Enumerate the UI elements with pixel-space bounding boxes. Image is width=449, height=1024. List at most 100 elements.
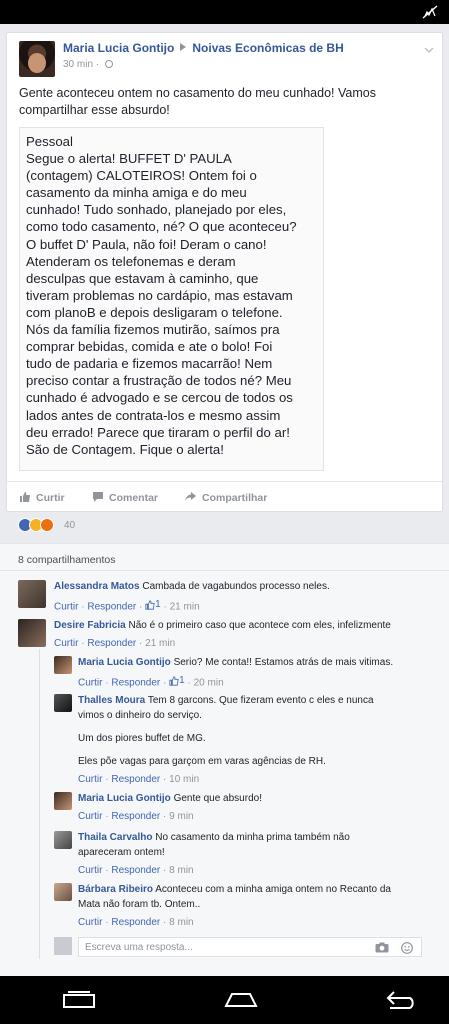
- image-text-line: cunhado é advogado e se cercou de todos …: [26, 390, 293, 406]
- comment-text: Não é o primeiro caso que acontece com e…: [128, 620, 391, 631]
- image-text-line: casamento da minha amiga e do meu: [26, 185, 247, 201]
- image-text-line: lados antes de contrata-los e mesmo assi…: [26, 407, 281, 423]
- commenter-name[interactable]: Bárbara Ribeiro: [78, 884, 153, 895]
- comment-time: 8 min: [169, 865, 194, 876]
- share-label: Compartilhar: [202, 492, 268, 504]
- comment-text: Cambada de vagabundos processo neles.: [142, 581, 330, 592]
- chevron-down-icon[interactable]: [424, 45, 434, 55]
- commenter-avatar[interactable]: [54, 792, 72, 810]
- recent-apps-icon[interactable]: [62, 990, 96, 1010]
- image-text-line: como todo casamento, né? O que aconteceu…: [26, 219, 297, 235]
- commenter-name[interactable]: Maria Lucia Gontijo: [78, 657, 171, 668]
- comment-like-count: 1: [155, 599, 161, 610]
- angry-reaction-icon: [40, 518, 54, 532]
- image-text-line: cunhado! Tudo sonhado, planejado por ele…: [26, 202, 287, 218]
- author-avatar[interactable]: [19, 41, 55, 77]
- post-time[interactable]: 30 min: [63, 59, 93, 70]
- emoji-icon[interactable]: [401, 942, 413, 954]
- comment-reply-button[interactable]: Responder: [111, 678, 160, 689]
- comment-text: Serio? Me conta!! Estamos atrás de mais …: [173, 657, 394, 668]
- comment-text: Eles põe vagas para garçom em varas agên…: [78, 756, 326, 767]
- reply-composer: Escreva uma resposta...: [54, 937, 430, 959]
- image-text-line: Atenderam os telefonemas e deram: [26, 253, 236, 269]
- commenter-name[interactable]: Thalles Moura: [78, 695, 145, 706]
- image-text-line: comprar bebidas, comida e ate o bolo! Fo…: [26, 339, 273, 355]
- author-name[interactable]: Maria Lucia Gontijo: [63, 41, 174, 55]
- image-text-line: com planoB e depois desligaram o telefon…: [26, 304, 283, 320]
- home-icon[interactable]: [222, 990, 260, 1010]
- commenter-avatar[interactable]: [54, 656, 72, 674]
- commenter-avatar[interactable]: [54, 831, 72, 849]
- commenter-avatar[interactable]: [54, 694, 72, 712]
- comment-label: Comentar: [109, 492, 159, 504]
- back-icon[interactable]: [384, 990, 420, 1010]
- status-bar: [0, 0, 449, 24]
- image-text-line: tudo de padaria e fizemos macarrão! Nem: [26, 356, 273, 372]
- comment-like-button[interactable]: Curtir: [78, 865, 102, 876]
- thumbs-up-icon: [169, 675, 179, 686]
- commenter-avatar[interactable]: [18, 619, 46, 647]
- comment-time: 21 min: [145, 638, 176, 649]
- comment-reply-button[interactable]: Responder: [111, 865, 160, 876]
- comment-like-button[interactable]: Curtir: [78, 678, 102, 689]
- image-text-line: preciso contar a frustração de todos né?…: [26, 373, 292, 389]
- image-text-line: São de Contagem. Fique o alerta!: [26, 441, 224, 457]
- image-text-line: deu errado! Parece que tiraram o perfil …: [26, 424, 290, 440]
- comment-time: 9 min: [169, 811, 194, 822]
- comments-section: Alessandra Matos Cambada de vagabundos p…: [0, 571, 449, 976]
- thumbs-up-icon: [20, 492, 30, 502]
- image-text-line: O buffet D' Paula, não foi! Deram o cano…: [26, 236, 267, 252]
- comment-like-button[interactable]: Curtir: [54, 602, 78, 613]
- my-avatar: [54, 937, 72, 955]
- comment-button[interactable]: Comentar: [92, 491, 158, 504]
- camera-icon[interactable]: [375, 942, 389, 953]
- thread-line: [39, 649, 40, 959]
- image-text-line: tiveram problemas no cardápio, mas estav…: [26, 287, 293, 303]
- like-button[interactable]: Curtir: [19, 491, 65, 504]
- arrow-right-icon: [180, 43, 187, 51]
- globe-icon: [104, 60, 113, 68]
- comment-like-button[interactable]: Curtir: [78, 774, 102, 785]
- comment-like-button[interactable]: Curtir: [78, 917, 102, 928]
- commenter-name[interactable]: Desire Fabricia: [54, 620, 126, 631]
- comment-reply-button[interactable]: Responder: [111, 811, 160, 822]
- comment-reply-button[interactable]: Responder: [111, 917, 160, 928]
- share-button[interactable]: Compartilhar: [184, 491, 267, 504]
- comment-like-button[interactable]: Curtir: [54, 638, 78, 649]
- reply-input[interactable]: Escreva uma resposta...: [78, 937, 422, 957]
- comment-reply-button[interactable]: Responder: [87, 602, 136, 613]
- android-nav-bar: [0, 976, 449, 1024]
- comment-time: 10 min: [169, 774, 200, 785]
- comment-time: 8 min: [169, 917, 194, 928]
- post-image[interactable]: Pessoal Segue o alerta! BUFFET D' PAULA …: [19, 127, 324, 471]
- commenter-name[interactable]: Thaila Carvalho: [78, 832, 152, 843]
- comment-reply-button[interactable]: Responder: [87, 638, 136, 649]
- comment-like-button[interactable]: Curtir: [78, 811, 102, 822]
- commenter-avatar[interactable]: [18, 580, 46, 608]
- commenter-name[interactable]: Maria Lucia Gontijo: [78, 793, 171, 804]
- comment-time: 21 min: [169, 601, 200, 613]
- image-text-line: (contagem) CALOTEIROS! Ontem foi o: [26, 168, 257, 184]
- comment-reply-button[interactable]: Responder: [111, 774, 160, 785]
- commenter-name[interactable]: Alessandra Matos: [54, 581, 140, 592]
- comment-like-count: 1: [179, 675, 185, 686]
- comment-likes[interactable]: 1: [169, 673, 185, 688]
- shares-bar[interactable]: 8 compartilhamentos: [0, 543, 449, 571]
- image-text-line: Segue o alerta! BUFFET D' PAULA: [26, 151, 232, 167]
- image-text-line: Pessoal: [26, 134, 73, 149]
- image-text-line: Nós da família fizemos mutirão, saímos p…: [26, 322, 280, 338]
- post-meta: 30 min ·: [63, 59, 113, 70]
- reply-placeholder: Escreva uma resposta...: [85, 942, 193, 953]
- shares-count: 8 compartilhamentos: [18, 554, 116, 566]
- comment-text: Um dos piores buffet de MG.: [78, 733, 206, 744]
- comment-time: 20 min: [193, 677, 224, 689]
- post-text: Gente aconteceu ontem no casamento do me…: [19, 86, 376, 117]
- group-name[interactable]: Noivas Econômicas de BH: [192, 41, 343, 55]
- like-label: Curtir: [36, 492, 65, 504]
- post-card: Maria Lucia Gontijo Noivas Econômicas de …: [6, 32, 443, 512]
- post-header: Maria Lucia Gontijo Noivas Econômicas de …: [63, 41, 344, 55]
- commenter-avatar[interactable]: [54, 883, 72, 901]
- comment-likes[interactable]: 1: [145, 597, 161, 612]
- post-actions: Curtir Comentar Compartilhar: [7, 481, 442, 511]
- share-icon: [185, 492, 196, 501]
